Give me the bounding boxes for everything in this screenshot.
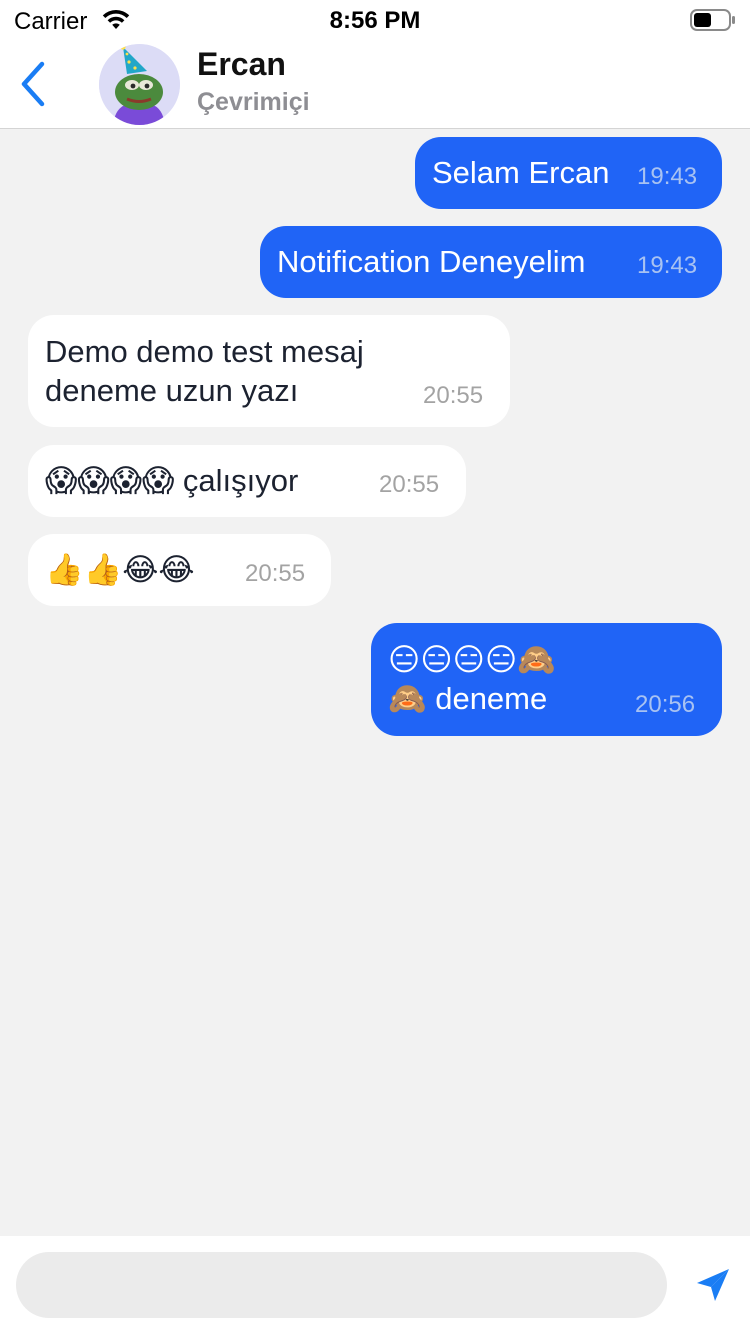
- status-bar: Carrier 8:56 PM: [0, 0, 750, 40]
- message-composer: [0, 1236, 750, 1334]
- message-bubble[interactable]: 😑😑😑😑🙈 🙈 deneme 20:56: [371, 623, 722, 736]
- message-text: 😱😱😱😱 çalışıyor: [45, 463, 299, 498]
- message-time: 20:55: [245, 560, 306, 587]
- message-text: Selam Ercan: [432, 155, 610, 190]
- status-time: 8:56 PM: [329, 7, 421, 34]
- message-bubble[interactable]: Selam Ercan 19:43: [415, 137, 722, 209]
- message-bubble[interactable]: Demo demo test mesaj deneme uzun yazı 20…: [28, 315, 510, 427]
- message-time: 20:55: [423, 382, 484, 409]
- message-time: 19:43: [637, 163, 698, 190]
- contact-status: Çevrimiçi: [197, 88, 310, 116]
- chevron-left-icon: [21, 61, 45, 107]
- message-text: 😑😑😑😑🙈 🙈 deneme: [388, 642, 556, 716]
- message-text: Notification Deneyelim: [277, 244, 586, 279]
- message-input[interactable]: [16, 1252, 667, 1318]
- message-time: 20:55: [379, 471, 440, 498]
- frog-party-hat-avatar-icon: [99, 44, 180, 125]
- send-button[interactable]: [690, 1262, 736, 1308]
- back-button[interactable]: [10, 58, 56, 110]
- message-bubble[interactable]: Notification Deneyelim 19:43: [260, 226, 722, 298]
- chat-header: Ercan Çevrimiçi: [0, 40, 750, 129]
- message-text: 👍👍😂😂: [45, 552, 195, 587]
- battery-icon: [690, 9, 735, 31]
- message-bubble[interactable]: 👍👍😂😂 20:55: [28, 534, 331, 606]
- avatar[interactable]: [99, 44, 180, 125]
- message-text: Demo demo test mesaj deneme uzun yazı: [45, 334, 364, 408]
- message-time: 19:43: [637, 252, 698, 279]
- message-bubble[interactable]: 😱😱😱😱 çalışıyor 20:55: [28, 445, 466, 517]
- contact-name: Ercan: [197, 46, 286, 82]
- message-time: 20:56: [635, 691, 696, 718]
- paper-plane-send-icon: [697, 1269, 729, 1301]
